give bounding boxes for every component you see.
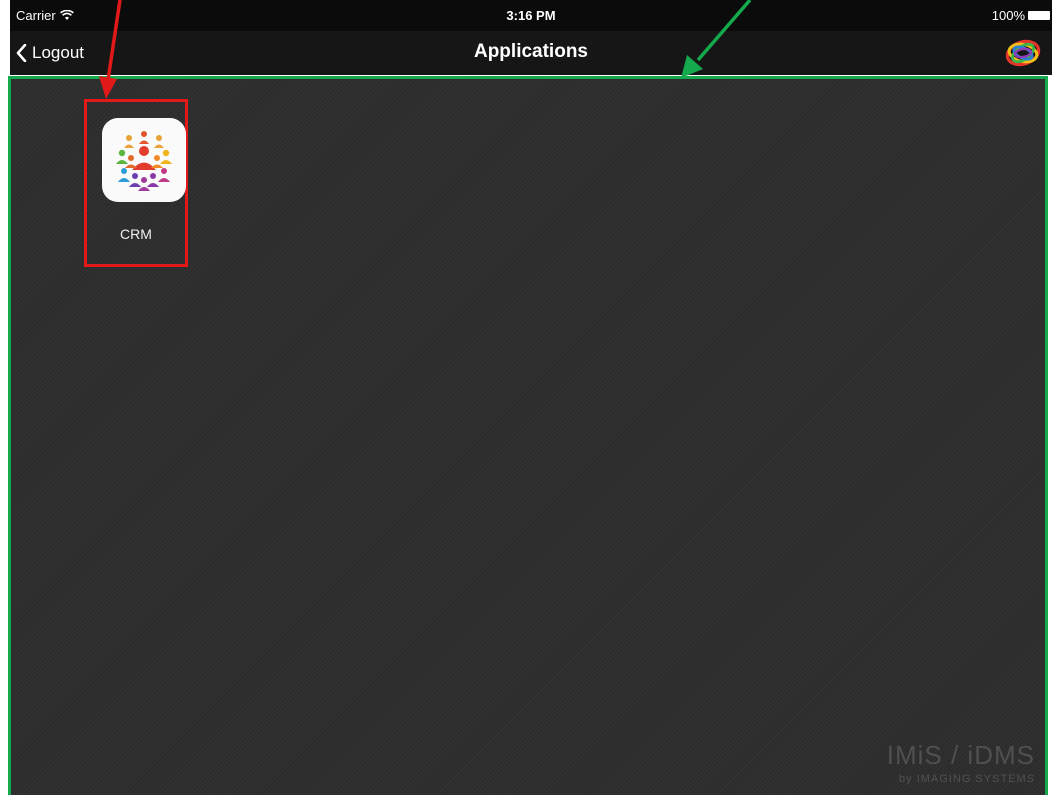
people-middle-row: [116, 146, 172, 170]
imis-idms-watermark: IMiS / iDMS by IMAGING SYSTEMS: [887, 740, 1035, 785]
watermark-sub: by IMAGING SYSTEMS: [887, 773, 1035, 785]
crm-people-graphic: [116, 131, 172, 191]
people-bottom-row: [118, 168, 170, 191]
navigation-bar: Logout Applications: [10, 31, 1052, 75]
battery-icon: [1028, 11, 1050, 20]
crm-people-icon[interactable]: [102, 118, 186, 202]
status-bar: Carrier 3:16 PM 100%: [10, 0, 1052, 31]
watermark-by: by: [899, 773, 913, 785]
battery-percent: 100%: [991, 8, 1025, 23]
people-top-row: [124, 131, 164, 148]
app-label-crm: CRM: [120, 226, 152, 242]
frame-left-edge: [0, 0, 10, 75]
watermark-company: IMAGING SYSTEMS: [916, 773, 1035, 785]
app-tile-crm[interactable]: CRM: [84, 99, 188, 267]
status-time: 3:16 PM: [506, 8, 556, 23]
swirl-logo-icon[interactable]: [1004, 36, 1042, 70]
status-battery: 100%: [992, 0, 1050, 31]
watermark-title: IMiS / iDMS: [886, 740, 1035, 770]
page-title: Applications: [473, 41, 588, 62]
